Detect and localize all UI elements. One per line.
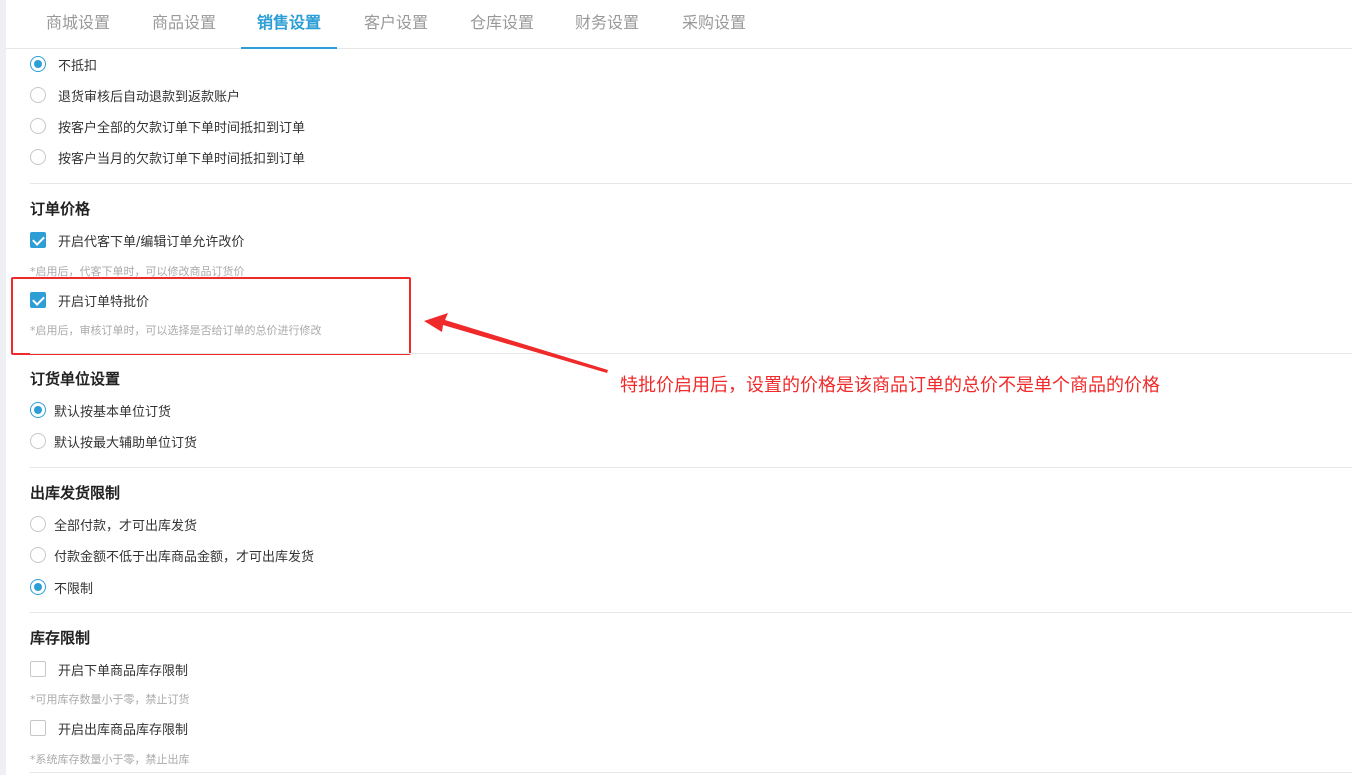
radio-button[interactable] <box>30 516 46 532</box>
refund-option-no-deduction[interactable]: 不抵扣 <box>30 54 97 74</box>
option-base-unit[interactable]: 默认按基本单位订货 <box>30 400 171 420</box>
checkbox[interactable] <box>30 232 46 248</box>
hint-outbound-stock-limit: *系统库存数量小于零，禁止出库 <box>30 753 190 766</box>
checkbox-label: 开启下单商品库存限制 <box>58 663 189 679</box>
radio-label: 付款金额不低于出库商品金额，才可出库发货 <box>54 549 315 565</box>
option-payment-not-less[interactable]: 付款金额不低于出库商品金额，才可出库发货 <box>30 545 314 565</box>
tab-mall-settings[interactable]: 商城设置 <box>46 0 110 49</box>
left-edge-strip <box>0 0 6 775</box>
checkbox-label: 开启出库商品库存限制 <box>58 722 189 738</box>
annotation-note: 特批价启用后，设置的价格是该商品订单的总价不是单个商品的价格 <box>620 375 1160 396</box>
radio-button[interactable] <box>30 402 46 418</box>
section-divider <box>30 183 1352 184</box>
radio-label: 按客户当月的欠款订单下单时间抵扣到订单 <box>58 151 306 167</box>
radio-label: 退货审核后自动退款到返款账户 <box>58 89 241 105</box>
option-outbound-stock-limit[interactable]: 开启出库商品库存限制 <box>30 718 188 738</box>
tab-sales-settings[interactable]: 销售设置 <box>240 0 338 49</box>
radio-label: 按客户全部的欠款订单下单时间抵扣到订单 <box>58 120 306 136</box>
refund-option-auto-refund[interactable]: 退货审核后自动退款到返款账户 <box>30 85 240 105</box>
tab-customer-settings[interactable]: 客户设置 <box>364 0 428 49</box>
radio-button[interactable] <box>30 56 46 72</box>
radio-label: 默认按最大辅助单位订货 <box>54 435 198 451</box>
section-divider <box>30 772 1352 773</box>
annotation-arrow-icon <box>424 313 608 373</box>
section-title-order-price: 订单价格 <box>30 200 91 218</box>
refund-option-month-debt[interactable]: 按客户当月的欠款订单下单时间抵扣到订单 <box>30 147 305 167</box>
option-full-payment[interactable]: 全部付款，才可出库发货 <box>30 514 197 534</box>
tab-product-settings[interactable]: 商品设置 <box>152 0 216 49</box>
radio-label: 不抵扣 <box>58 58 98 74</box>
radio-button[interactable] <box>30 118 46 134</box>
option-allow-modify-price[interactable]: 开启代客下单/编辑订单允许改价 <box>30 230 244 250</box>
radio-button[interactable] <box>30 433 46 449</box>
section-title-shipping-limit: 出库发货限制 <box>30 484 121 502</box>
section-title-stock-limit: 库存限制 <box>30 629 91 647</box>
radio-label: 默认按基本单位订货 <box>54 404 172 420</box>
refund-option-all-debt[interactable]: 按客户全部的欠款订单下单时间抵扣到订单 <box>30 116 305 136</box>
section-divider <box>30 353 1352 354</box>
tab-warehouse-settings[interactable]: 仓库设置 <box>470 0 534 49</box>
hint-order-stock-limit: *可用库存数量小于零，禁止订货 <box>30 693 190 706</box>
checkbox[interactable] <box>30 720 46 736</box>
section-divider <box>30 612 1352 613</box>
radio-button[interactable] <box>30 579 46 595</box>
settings-tab-bar: 商城设置 商品设置 销售设置 客户设置 仓库设置 财务设置 采购设置 <box>6 0 1352 49</box>
tab-finance-settings[interactable]: 财务设置 <box>575 0 639 49</box>
section-divider <box>30 467 1352 468</box>
option-max-aux-unit[interactable]: 默认按最大辅助单位订货 <box>30 431 197 451</box>
annotation-highlight-box <box>11 277 411 355</box>
radio-button[interactable] <box>30 87 46 103</box>
option-order-stock-limit[interactable]: 开启下单商品库存限制 <box>30 659 188 679</box>
radio-label: 全部付款，才可出库发货 <box>54 518 198 534</box>
section-title-order-unit: 订货单位设置 <box>30 370 121 388</box>
radio-label: 不限制 <box>54 581 94 597</box>
radio-button[interactable] <box>30 149 46 165</box>
checkbox-label: 开启代客下单/编辑订单允许改价 <box>58 234 245 250</box>
checkbox[interactable] <box>30 661 46 677</box>
tab-purchase-settings[interactable]: 采购设置 <box>682 0 746 49</box>
option-no-limit[interactable]: 不限制 <box>30 577 93 597</box>
radio-button[interactable] <box>30 547 46 563</box>
